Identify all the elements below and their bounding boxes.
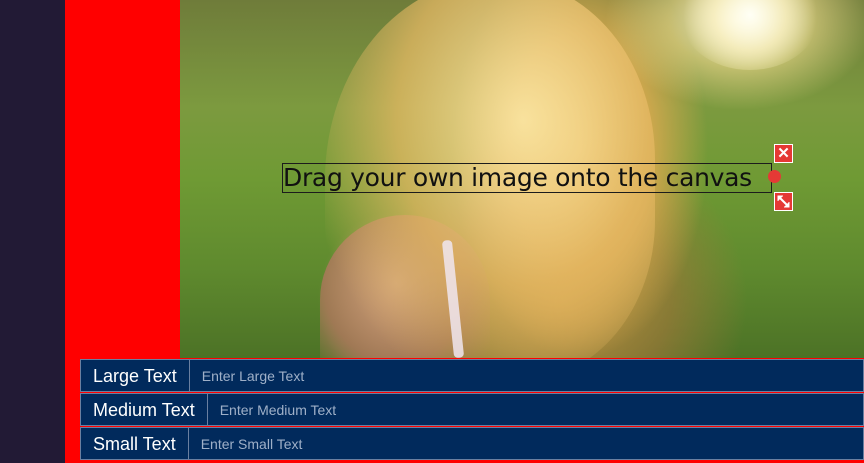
small-text-row: Small Text Enter Small Text	[80, 427, 864, 460]
delete-icon[interactable]: ✕	[774, 144, 793, 163]
left-rail	[0, 0, 65, 463]
medium-text-input[interactable]: Enter Medium Text	[207, 393, 864, 426]
large-text-label: Large Text	[80, 359, 190, 392]
canvas-text: Drag your own image onto the canvas	[283, 163, 752, 192]
delete-glyph: ✕	[777, 145, 790, 162]
rotate-handle-icon[interactable]	[768, 170, 781, 183]
resize-icon[interactable]	[774, 192, 793, 211]
sun-glare	[680, 0, 820, 70]
resize-arrows-icon	[777, 195, 790, 208]
medium-text-label: Medium Text	[80, 393, 208, 426]
small-text-label: Small Text	[80, 427, 189, 460]
medium-text-row: Medium Text Enter Medium Text	[80, 393, 864, 426]
small-text-input[interactable]: Enter Small Text	[188, 427, 864, 460]
image-canvas[interactable]: Drag your own image onto the canvas ✕	[180, 0, 864, 358]
large-text-input[interactable]: Enter Large Text	[189, 359, 864, 392]
large-text-row: Large Text Enter Large Text	[80, 359, 864, 392]
canvas-text-object[interactable]: Drag your own image onto the canvas	[282, 163, 772, 193]
